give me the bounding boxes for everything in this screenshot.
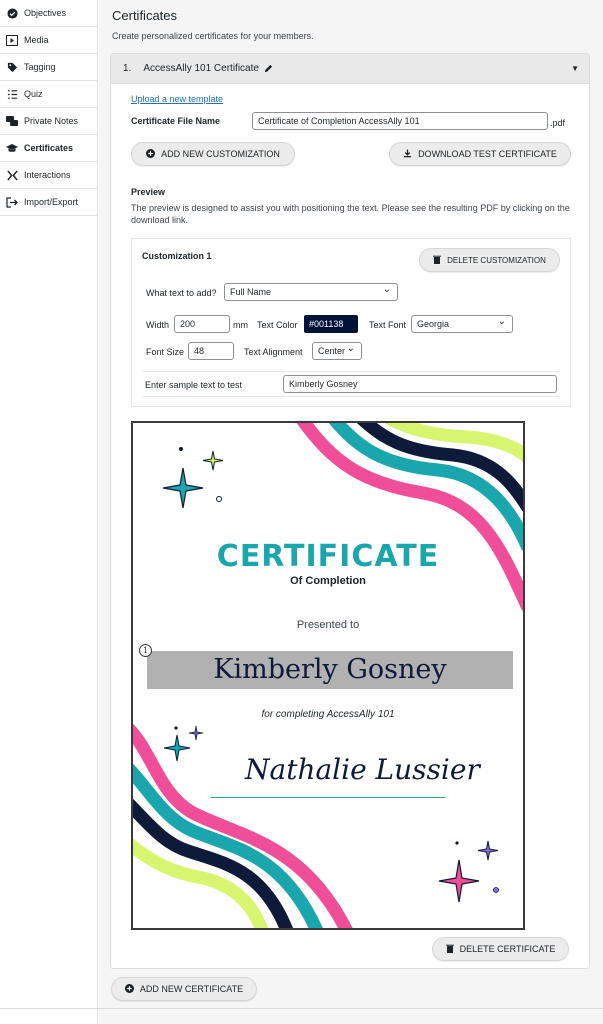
sidebar-item-label: Media — [24, 35, 49, 45]
add-new-certificate-label: ADD NEW CERTIFICATE — [139, 984, 244, 994]
add-customization-button[interactable]: ADD NEW CUSTOMIZATION — [131, 142, 295, 166]
page-title: Certificates — [112, 8, 178, 23]
sidebar-item-quiz[interactable]: Quiz — [0, 81, 97, 108]
certificate-heading: CERTIFICATE — [216, 539, 440, 574]
upload-template-link[interactable]: Upload a new template — [131, 94, 223, 104]
certificate-subheading: Of Completion — [290, 575, 366, 587]
file-name-input[interactable]: Certificate of Completion AccessAlly 101 — [252, 112, 548, 130]
certificate-number: 1. — [123, 63, 132, 74]
file-extension: .pdf — [550, 118, 566, 128]
sidebar-item-objectives[interactable]: Objectives — [0, 0, 97, 27]
presented-to-text: Presented to — [296, 619, 360, 631]
plus-circle-icon — [124, 983, 134, 995]
width-label: Width — [146, 320, 170, 330]
text-font-label: Text Font — [369, 320, 407, 330]
text-alignment-label: Text Alignment — [244, 347, 303, 357]
signature: Nathalie Lussier — [245, 753, 480, 786]
footer-divider — [0, 1008, 603, 1009]
file-name-label: Certificate File Name — [131, 116, 221, 126]
page-subtitle: Create personalized certificates for you… — [112, 31, 314, 41]
font-size-input[interactable]: 48 — [188, 342, 234, 360]
text-alignment-value: Center — [318, 346, 346, 356]
text-color-swatch[interactable]: #001138 — [304, 315, 358, 333]
width-input[interactable]: 200 — [174, 315, 230, 333]
sidebar-item-label: Private Notes — [24, 116, 79, 126]
certificate-panel: 1. AccessAlly 101 Certificate ▼ Upload a… — [110, 53, 590, 969]
tag-icon — [6, 61, 18, 73]
play-icon — [6, 34, 18, 46]
sidebar-item-media[interactable]: Media — [0, 27, 97, 54]
sidebar-item-label: Tagging — [24, 62, 56, 72]
trash-icon — [433, 255, 442, 266]
sidebar-item-private-notes[interactable]: Private Notes — [0, 108, 97, 135]
trash-icon — [445, 944, 454, 955]
sidebar-item-import-export[interactable]: Import/Export — [0, 189, 97, 216]
what-text-select[interactable]: Full Name — [224, 283, 398, 301]
download-icon — [403, 148, 412, 160]
text-font-select[interactable]: Georgia — [411, 315, 513, 333]
notes-icon — [6, 115, 18, 127]
sidebar-item-label: Import/Export — [24, 197, 79, 207]
sidebar-item-label: Quiz — [24, 89, 43, 99]
delete-customization-button[interactable]: DELETE CUSTOMIZATION — [419, 248, 560, 272]
width-unit: mm — [233, 320, 248, 330]
plus-circle-icon — [146, 148, 156, 160]
sample-text-row: Enter sample text to test Kimberly Gosne… — [142, 371, 560, 397]
customization-marker: 1 — [139, 644, 152, 657]
customization-title: Customization 1 — [142, 251, 212, 261]
sample-text-input[interactable]: Kimberly Gosney — [283, 375, 557, 393]
text-font-value: Georgia — [417, 319, 450, 329]
sample-text-label: Enter sample text to test — [145, 380, 243, 390]
sidebar-item-interactions[interactable]: Interactions — [0, 162, 97, 189]
add-new-certificate-button[interactable]: ADD NEW CERTIFICATE — [111, 977, 257, 1001]
delete-certificate-button[interactable]: DELETE CERTIFICATE — [432, 937, 569, 961]
certificate-panel-header[interactable]: 1. AccessAlly 101 Certificate ▼ — [111, 54, 589, 84]
delete-customization-label: DELETE CUSTOMIZATION — [447, 255, 546, 265]
sidebar-item-label: Objectives — [24, 8, 67, 18]
sidebar-item-label: Certificates — [24, 143, 74, 153]
list-icon — [6, 88, 18, 100]
sidebar: Objectives Media Tagging Quiz Private No… — [0, 0, 98, 1024]
what-text-label: What text to add? — [146, 288, 217, 298]
recipient-name-box[interactable]: Kimberly Gosney — [147, 651, 513, 689]
certificate-preview: CERTIFICATE Of Completion Presented to K… — [131, 421, 525, 930]
import-export-icon — [6, 196, 18, 208]
certificate-name: AccessAlly 101 Certificate — [143, 63, 259, 74]
signature-line — [211, 797, 445, 798]
check-circle-icon — [6, 7, 18, 19]
interactions-icon — [6, 169, 18, 181]
sidebar-item-label: Interactions — [24, 170, 71, 180]
text-color-label: Text Color — [257, 320, 298, 330]
main-content: Certificates Create personalized certifi… — [99, 0, 603, 1024]
download-test-label: DOWNLOAD TEST CERTIFICATE — [418, 149, 557, 159]
preview-description: The preview is designed to assist you wi… — [131, 203, 570, 225]
pencil-icon[interactable] — [264, 64, 273, 73]
font-size-label: Font Size — [146, 347, 185, 357]
sidebar-item-certificates[interactable]: Certificates — [0, 135, 97, 162]
add-customization-label: ADD NEW CUSTOMIZATION — [161, 149, 280, 159]
delete-certificate-label: DELETE CERTIFICATE — [459, 944, 556, 954]
completion-text: for completing AccessAlly 101 — [261, 709, 395, 720]
what-text-value: Full Name — [230, 287, 272, 297]
collapse-toggle-icon[interactable]: ▼ — [571, 64, 579, 73]
download-test-certificate-button[interactable]: DOWNLOAD TEST CERTIFICATE — [389, 142, 571, 166]
text-alignment-select[interactable]: Center — [312, 342, 362, 360]
sidebar-item-tagging[interactable]: Tagging — [0, 54, 97, 81]
customization-box: Customization 1 DELETE CUSTOMIZATION Wha… — [131, 238, 571, 407]
preview-label: Preview — [131, 187, 166, 197]
graduation-cap-icon — [6, 142, 18, 154]
